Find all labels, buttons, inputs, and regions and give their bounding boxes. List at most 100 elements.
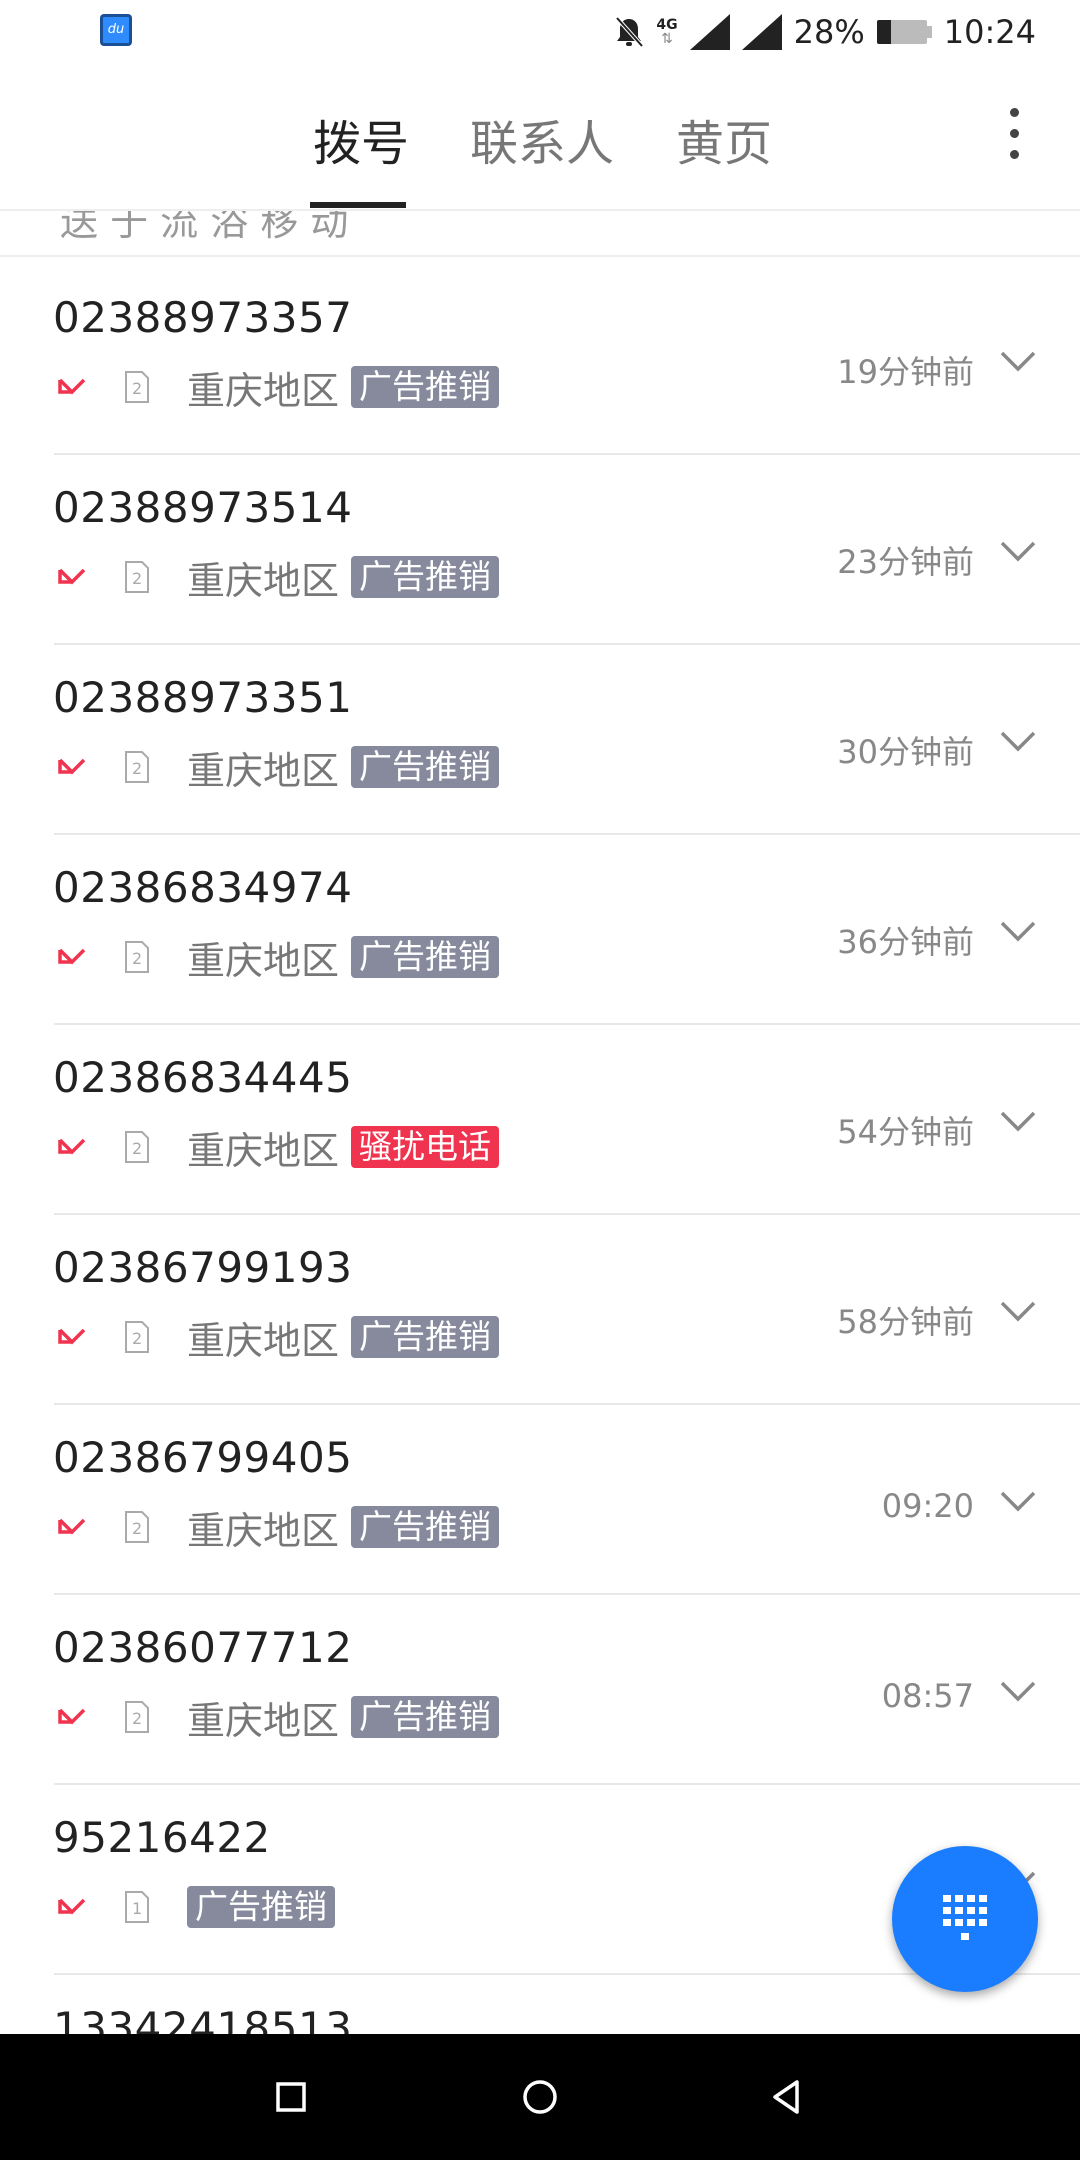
call-time: 23分钟前 (837, 543, 974, 581)
call-meta: 1 广告推销 (55, 1885, 335, 1929)
phone-number: 02388973357 (53, 293, 353, 342)
missed-call-arrow-icon (58, 1138, 86, 1155)
call-meta: 2 重庆地区 广告推销 (55, 1695, 500, 1743)
region-label: 重庆地区 (187, 1698, 340, 1743)
square-icon[interactable] (258, 2064, 324, 2130)
partial-text: 送 于 流 浴 移 动 (60, 211, 349, 244)
call-meta: 2 重庆地区 广告推销 (55, 555, 500, 603)
more-vert-icon[interactable] (1008, 108, 1020, 168)
sim-card-icon: 1 (125, 1891, 149, 1923)
list-item-partial[interactable]: 送 于 流 浴 移 动 (0, 211, 1080, 257)
call-tag-badge: 广告推销 (351, 556, 500, 598)
sim-slot-number: 2 (132, 569, 142, 588)
dialpad-icon (943, 1895, 987, 1940)
call-log-row[interactable]: 13342418513 (0, 1975, 1080, 2035)
sim-slot-number: 2 (132, 1329, 142, 1348)
data-arrows-icon: ⇅ (661, 31, 673, 47)
network-type: 4G (656, 17, 678, 33)
region-label: 重庆地区 (187, 558, 340, 603)
chevron-down-icon[interactable] (998, 917, 1038, 947)
chevron-down-icon[interactable] (998, 537, 1038, 567)
sim-card-icon: 2 (125, 1701, 149, 1733)
call-log-row[interactable]: 02386799193 2 重庆地区 广告推销 58分钟前 (0, 1215, 1080, 1405)
call-time: 09:20 (881, 1487, 974, 1525)
tab-dialer[interactable]: 拨号 (313, 104, 409, 174)
sim-slot-number: 2 (132, 1139, 142, 1158)
battery-icon (876, 20, 932, 44)
navigation-bar (0, 2034, 1080, 2160)
call-tag-badge: 广告推销 (351, 1696, 500, 1738)
call-tag-badge: 广告推销 (351, 936, 500, 978)
call-time: 30分钟前 (837, 733, 974, 771)
call-tag-badge: 骚扰电话 (351, 1126, 500, 1168)
call-meta: 2 重庆地区 广告推销 (55, 365, 500, 413)
missed-call-arrow-icon (58, 568, 86, 585)
sim-card-icon: 2 (125, 1131, 149, 1163)
chevron-down-icon[interactable] (998, 1487, 1038, 1517)
call-meta: 2 重庆地区 广告推销 (55, 745, 500, 793)
chevron-down-icon[interactable] (998, 347, 1038, 377)
chevron-down-icon[interactable] (998, 1297, 1038, 1327)
call-time: 36分钟前 (837, 923, 974, 961)
phone-number: 02386834445 (53, 1053, 353, 1102)
call-log-row[interactable]: 02386834974 2 重庆地区 广告推销 36分钟前 (0, 835, 1080, 1025)
missed-call-arrow-icon (58, 1708, 86, 1725)
call-log-row[interactable]: 02388973514 2 重庆地区 广告推销 23分钟前 (0, 455, 1080, 645)
missed-call-arrow-icon (58, 1898, 86, 1915)
status-bar: du 4G ⇅ 28% 10:24 (0, 0, 1080, 64)
call-time: 19分钟前 (837, 353, 974, 391)
phone-number: 02388973351 (53, 673, 353, 722)
missed-call-arrow-icon (58, 758, 86, 775)
missed-call-arrow-icon (58, 948, 86, 965)
circle-icon[interactable] (507, 2064, 573, 2130)
chevron-down-icon[interactable] (998, 1107, 1038, 1137)
sim-slot-number: 2 (132, 759, 142, 778)
sim-slot-number: 2 (132, 1519, 142, 1538)
sim-card-icon: 2 (125, 371, 149, 403)
sim-slot-number: 2 (132, 949, 142, 968)
call-time: 58分钟前 (837, 1303, 974, 1341)
call-meta: 2 重庆地区 广告推销 (55, 935, 500, 983)
call-tag-badge: 广告推销 (351, 746, 500, 788)
sim-card-icon: 2 (125, 1511, 149, 1543)
chevron-down-icon[interactable] (998, 1677, 1038, 1707)
call-log-row[interactable]: 02386799405 2 重庆地区 广告推销 09:20 (0, 1405, 1080, 1595)
call-log-row[interactable]: 02386834445 2 重庆地区 骚扰电话 54分钟前 (0, 1025, 1080, 1215)
call-time: 08:57 (881, 1677, 974, 1715)
call-tag-badge: 广告推销 (187, 1886, 335, 1928)
call-meta: 2 重庆地区 骚扰电话 (55, 1125, 500, 1173)
sim-slot-number: 2 (132, 379, 142, 398)
missed-call-arrow-icon (58, 1328, 86, 1345)
call-tag-badge: 广告推销 (351, 366, 500, 408)
region-label: 重庆地区 (187, 368, 340, 413)
call-time: 54分钟前 (837, 1113, 974, 1151)
dialpad-button[interactable] (892, 1846, 1038, 1992)
call-log-row[interactable]: 02388973357 2 重庆地区 广告推销 19分钟前 (0, 265, 1080, 455)
phone-number: 95216422 (53, 1813, 271, 1862)
missed-call-arrow-icon (58, 1518, 86, 1535)
call-tag-badge: 广告推销 (351, 1316, 500, 1358)
status-icons: 4G ⇅ 28% 10:24 (614, 8, 1036, 56)
notifications-muted-icon (615, 16, 644, 48)
phone-number: 13342418513 (53, 2003, 353, 2035)
region-label: 重庆地区 (187, 748, 340, 793)
call-log-row[interactable]: 02388973351 2 重庆地区 广告推销 30分钟前 (0, 645, 1080, 835)
app-notification-icon: du (100, 14, 132, 46)
triangle-back-icon[interactable] (755, 2064, 821, 2130)
call-log-list: 送 于 流 浴 移 动 02388973357 2 重庆地区 广告推销 19分钟前 023… (0, 211, 1080, 2035)
call-meta: 2 重庆地区 广告推销 (55, 1315, 500, 1363)
call-tag-badge: 广告推销 (351, 1506, 500, 1548)
phone-number: 02386077712 (53, 1623, 353, 1672)
signal-icon-2 (741, 14, 782, 50)
chevron-down-icon[interactable] (998, 727, 1038, 757)
sim-card-icon: 2 (125, 751, 149, 783)
tab-yellow-pages[interactable]: 黄页 (676, 104, 772, 174)
phone-number: 02386799405 (53, 1433, 353, 1482)
region-label: 重庆地区 (187, 1128, 340, 1173)
tab-contacts[interactable]: 联系人 (470, 104, 614, 174)
phone-number: 02386799193 (53, 1243, 353, 1292)
clock: 10:24 (943, 13, 1036, 51)
sim-slot-number: 1 (132, 1899, 142, 1918)
call-log-row[interactable]: 02386077712 2 重庆地区 广告推销 08:57 (0, 1595, 1080, 1785)
call-meta: 2 重庆地区 广告推销 (55, 1505, 500, 1553)
